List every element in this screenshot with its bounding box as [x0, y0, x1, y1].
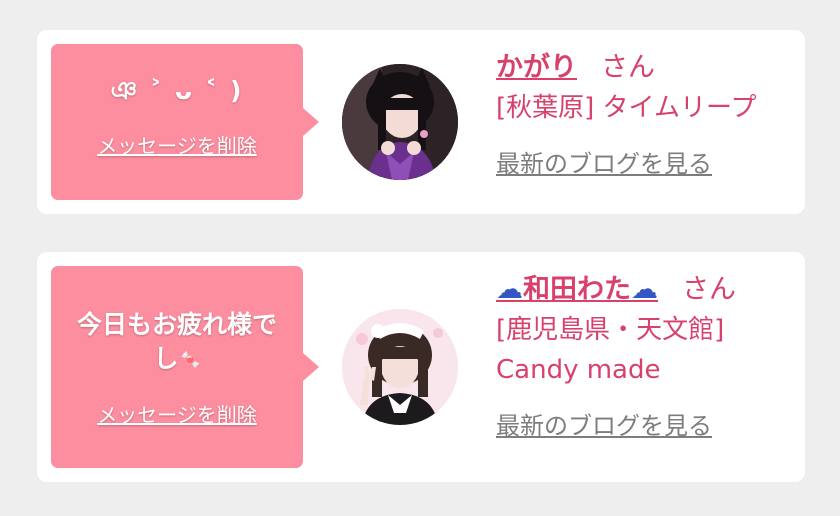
cloud-icon: ☁: [631, 274, 658, 305]
performer-info: かがり さん [秋葉原] タイムリープ 最新のブログを見る: [496, 48, 796, 179]
latest-blog-link[interactable]: 最新のブログを見る: [496, 406, 712, 441]
avatar-photo: [342, 64, 458, 180]
message-bubble: ঞ ˃ ᴗ ˂ ) メッセージを削除: [51, 44, 319, 200]
performer-name: 和田わた: [523, 274, 631, 305]
message-card: 今日もお疲れ様でし 🍬 メッセージを削除 ☁和田わた☁ さん [鹿児島県・天文館] …: [37, 252, 805, 482]
performer-info: ☁和田わた☁ さん [鹿児島県・天文館] Candy made 最新のブログを見る: [496, 270, 736, 441]
avatar[interactable]: [342, 309, 458, 425]
performer-name: かがり: [496, 52, 577, 83]
name-row: かがり さん: [496, 48, 796, 88]
delete-message-link[interactable]: メッセージを削除: [97, 130, 257, 159]
candy-icon: 🍬: [180, 350, 201, 369]
shop-label: [秋葉原] タイムリープ: [496, 93, 757, 123]
message-body: 今日もお疲れ様でし: [76, 310, 277, 373]
message-text: 今日もお疲れ様でし 🍬: [51, 308, 303, 377]
avatar[interactable]: [342, 64, 458, 180]
message-card: ঞ ˃ ᴗ ˂ ) メッセージを削除 かがり さん [秋葉原] タイムリープ 最新…: [37, 30, 805, 214]
shop-label: [鹿児島県・天文館] Candy made: [496, 315, 725, 385]
avatar-photo: [342, 309, 458, 425]
latest-blog-link[interactable]: 最新のブログを見る: [496, 144, 712, 179]
performer-name-link[interactable]: ☁和田わた☁: [496, 274, 658, 305]
honorific: さん: [601, 52, 655, 83]
delete-message-link[interactable]: メッセージを削除: [97, 399, 257, 428]
honorific: さん: [682, 274, 736, 305]
message-text: ঞ ˃ ᴗ ˂ ): [110, 76, 244, 105]
performer-name-link[interactable]: かがり: [496, 52, 577, 83]
cloud-icon: ☁: [496, 274, 523, 305]
name-row: ☁和田わた☁ さん: [496, 270, 736, 310]
message-bubble: 今日もお疲れ様でし 🍬 メッセージを削除: [51, 266, 319, 468]
